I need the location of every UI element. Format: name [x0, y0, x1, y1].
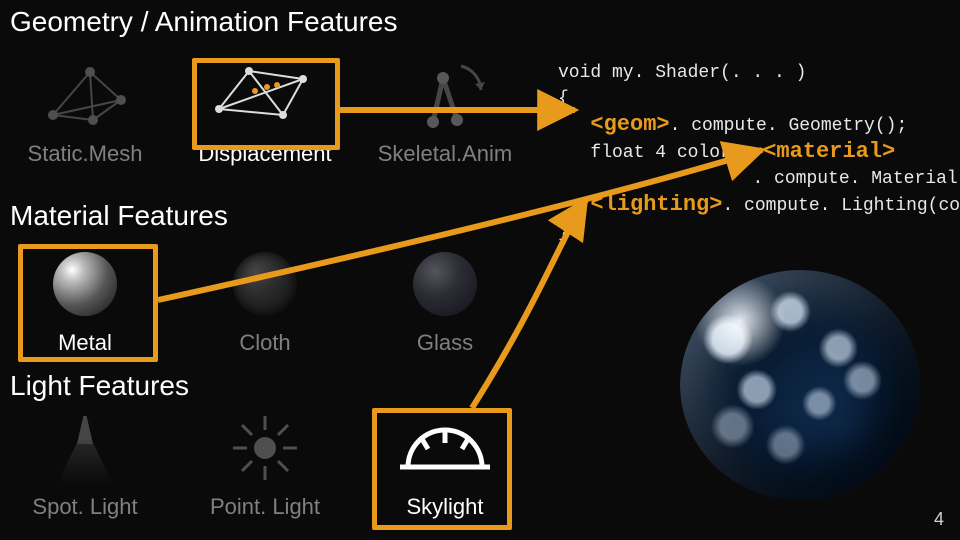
feature-metal: Metal — [10, 244, 160, 356]
metal-sphere-icon — [25, 244, 145, 324]
heading-light: Light Features — [10, 370, 189, 402]
code-line: { — [558, 89, 569, 109]
page-number: 4 — [934, 509, 944, 530]
code-call: . compute. Geometry(); — [670, 116, 908, 136]
code-keyword-lighting: <lighting> — [590, 192, 722, 217]
feature-label: Metal — [58, 330, 112, 356]
feature-label: Displacement — [198, 141, 331, 167]
feature-static-mesh: Static.Mesh — [10, 55, 160, 167]
static-mesh-icon — [25, 55, 145, 135]
feature-spotlight: Spot. Light — [10, 408, 160, 520]
feature-label: Point. Light — [210, 494, 320, 520]
displacement-icon — [205, 55, 325, 135]
material-feature-row: Metal Cloth Glass — [10, 244, 540, 356]
feature-skylight: Skylight — [370, 408, 520, 520]
feature-label: Glass — [417, 330, 473, 356]
code-keyword-geom: <geom> — [590, 112, 669, 137]
feature-displacement: Displacement — [190, 55, 340, 167]
light-feature-row: Spot. Light Point. Light — [10, 408, 540, 520]
feature-pointlight: Point. Light — [190, 408, 340, 520]
skylight-icon — [385, 408, 505, 488]
glass-sphere-icon — [385, 244, 505, 324]
shader-code-block: void my. Shader(. . . ) { <geom>. comput… — [558, 34, 960, 245]
heading-geometry: Geometry / Animation Features — [10, 6, 398, 38]
feature-label: Skylight — [406, 494, 483, 520]
code-line: float 4 color = — [558, 143, 763, 163]
pointlight-icon — [205, 408, 325, 488]
spotlight-icon — [25, 408, 145, 488]
feature-glass: Glass — [370, 244, 520, 356]
code-keyword-material: <material> — [763, 139, 895, 164]
feature-label: Skeletal.Anim — [378, 141, 513, 167]
heading-material: Material Features — [10, 200, 228, 232]
feature-label: Static.Mesh — [28, 141, 143, 167]
feature-label: Cloth — [239, 330, 290, 356]
skeletal-anim-icon — [385, 55, 505, 135]
feature-cloth: Cloth — [190, 244, 340, 356]
feature-label: Spot. Light — [32, 494, 137, 520]
code-call: . compute. Lighting(color); — [722, 196, 960, 216]
code-line: void my. Shader(. . . ) — [558, 63, 806, 83]
code-line: } — [558, 222, 569, 242]
rendered-blob-sphere-icon — [680, 270, 920, 500]
feature-skeletal-anim: Skeletal.Anim — [370, 55, 520, 167]
geometry-feature-row: Static.Mesh Displacement — [10, 55, 540, 167]
cloth-sphere-icon — [205, 244, 325, 324]
code-call: . compute. Material(); — [752, 169, 960, 189]
